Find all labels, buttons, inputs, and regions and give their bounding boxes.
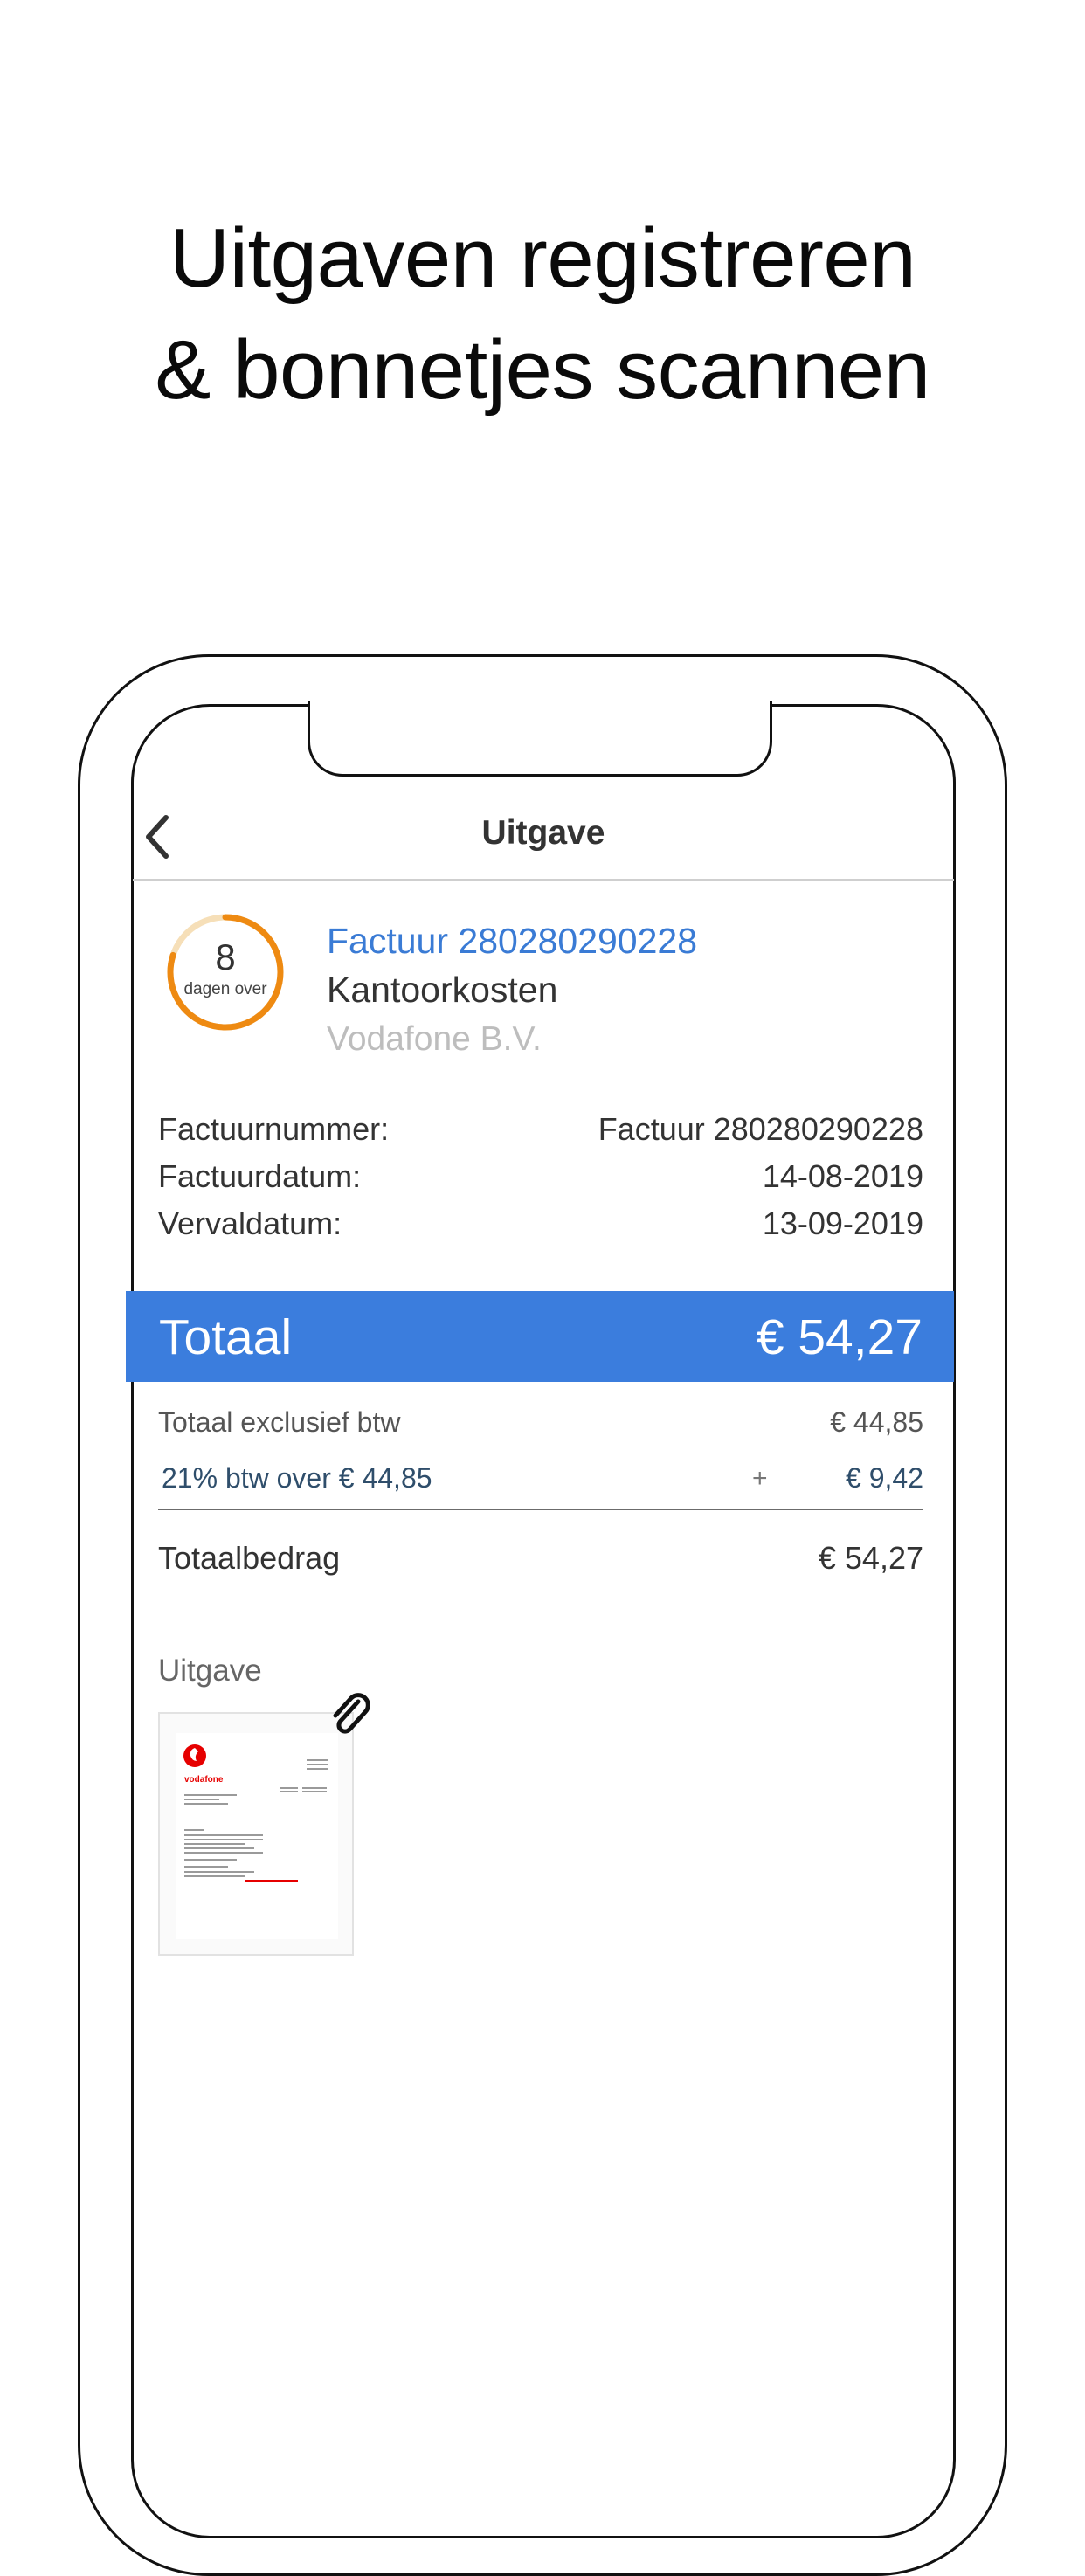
- invoice-category: Kantoorkosten: [327, 970, 558, 1010]
- excl-vat-value: € 44,85: [830, 1406, 923, 1438]
- detail-value: 13-09-2019: [762, 1205, 923, 1241]
- total-label: Totaal: [159, 1309, 293, 1365]
- detail-label: Factuurdatum:: [158, 1158, 362, 1194]
- detail-row-due-date: Vervaldatum: 13-09-2019: [158, 1205, 923, 1242]
- headline: Uitgaven registreren & bonnetjes scannen: [0, 203, 1085, 426]
- total-bar: Totaal € 54,27: [126, 1291, 954, 1382]
- invoice-link[interactable]: Factuur 280280290228: [327, 921, 697, 962]
- days-left-label: dagen over: [183, 980, 267, 998]
- detail-value: Factuur 280280290228: [598, 1111, 923, 1147]
- grand-total-value: € 54,27: [818, 1540, 923, 1576]
- grand-total-label: Totaalbedrag: [158, 1540, 341, 1576]
- detail-label: Factuurnummer:: [158, 1111, 390, 1147]
- receipt-page: vodafone: [176, 1733, 338, 1939]
- detail-label: Vervaldatum:: [158, 1205, 342, 1241]
- sum-divider: [158, 1509, 923, 1510]
- days-left-number: 8: [215, 936, 236, 977]
- receipt-thumbnail[interactable]: vodafone: [158, 1712, 354, 1956]
- vat-value: € 9,42: [846, 1462, 923, 1494]
- excl-vat-row: Totaal exclusief btw € 44,85: [158, 1406, 923, 1439]
- nav-divider: [133, 879, 954, 881]
- headline-line-2: & bonnetjes scannen: [155, 323, 930, 417]
- paperclip-icon[interactable]: [328, 1693, 374, 1738]
- vat-label: 21% btw over € 44,85: [162, 1462, 432, 1494]
- attachment-section-label: Uitgave: [158, 1654, 262, 1688]
- vat-row[interactable]: 21% btw over € 44,85 + € 9,42: [162, 1462, 923, 1497]
- grand-total-row: Totaalbedrag € 54,27: [158, 1540, 923, 1577]
- phone-notch: [308, 701, 772, 777]
- detail-row-invoice-date: Factuurdatum: 14-08-2019: [158, 1158, 923, 1195]
- headline-line-1: Uitgaven registreren: [169, 211, 916, 305]
- excl-vat-label: Totaal exclusief btw: [158, 1406, 401, 1438]
- invoice-vendor: Vodafone B.V.: [327, 1020, 542, 1058]
- total-value: € 54,27: [756, 1309, 923, 1365]
- plus-icon: +: [752, 1464, 768, 1493]
- page-title: Uitgave: [481, 814, 605, 852]
- detail-row-invoice-number: Factuurnummer: Factuur 280280290228: [158, 1111, 923, 1148]
- detail-value: 14-08-2019: [762, 1158, 923, 1194]
- svg-text:vodafone: vodafone: [184, 1775, 224, 1785]
- vodafone-logo-icon: vodafone: [183, 1744, 328, 1882]
